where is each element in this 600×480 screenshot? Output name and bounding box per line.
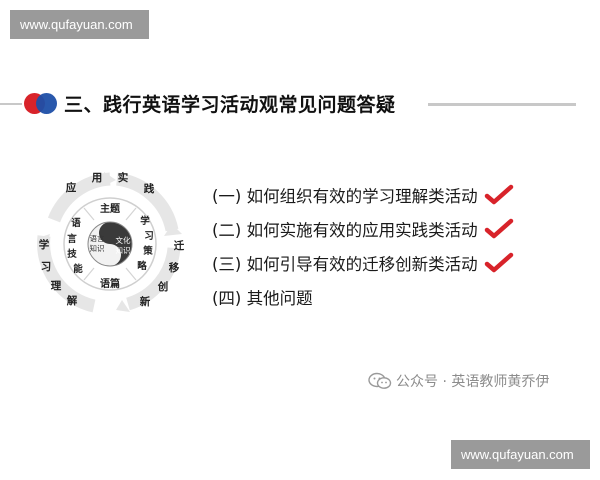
section-header: 三、践行英语学习活动观常见问题答疑: [0, 84, 600, 124]
center-left-line1: 语言: [90, 233, 105, 243]
list-item: (三) 如何引导有效的迁移创新类活动: [212, 246, 552, 280]
inner-label: 略: [137, 260, 147, 272]
header-divider-right: [428, 103, 576, 106]
list-item-label: (三) 如何引导有效的迁移创新类活动: [212, 255, 478, 274]
list-item: (一) 如何组织有效的学习理解类活动: [212, 178, 552, 212]
red-checkmark-icon: [484, 218, 513, 239]
source-attribution: 公众号 · 英语教师黄乔伊: [368, 371, 549, 391]
red-checkmark-icon: [484, 184, 513, 205]
outer-label: 新: [140, 295, 151, 308]
inner-label: 主题: [100, 202, 121, 215]
list-item: (二) 如何实施有效的应用实践类活动: [212, 212, 552, 246]
outer-label: 应: [66, 181, 77, 194]
list-item-label: (四) 其他问题: [212, 289, 313, 308]
list-item-label: (一) 如何组织有效的学习理解类活动: [212, 187, 478, 206]
outer-label: 习: [41, 261, 52, 273]
inner-label: 技: [67, 248, 77, 260]
inner-label: 策: [142, 245, 153, 257]
inner-label: 学: [140, 215, 150, 227]
outer-label: 践: [144, 182, 155, 195]
outer-label: 创: [157, 280, 169, 293]
blue-dot-icon: [36, 93, 57, 114]
center-right-line2: 知识: [116, 245, 131, 255]
question-list: (一) 如何组织有效的学习理解类活动 (二) 如何实施有效的应用实践类活动 (三…: [212, 178, 552, 314]
header-divider-left: [0, 103, 22, 105]
center-left-line2: 知识: [90, 243, 105, 253]
inner-label: 语: [71, 217, 81, 229]
list-item-label: (二) 如何实施有效的应用实践类活动: [212, 221, 478, 240]
outer-label: 实: [118, 171, 129, 184]
activity-cycle-diagram: 语言 知识 文化 知识 主题 学 习 策 略 语篇 能 技 言 语 应 用 实 …: [37, 171, 185, 313]
list-item: (四) 其他问题: [212, 280, 552, 314]
wechat-icon: [368, 372, 392, 389]
outer-label: 移: [169, 261, 180, 274]
outer-label: 迁: [174, 239, 185, 252]
watermark-bottom: www.qufayuan.com: [451, 440, 590, 469]
outer-label: 用: [91, 172, 103, 184]
outer-label: 解: [66, 294, 78, 307]
outer-label: 理: [51, 280, 62, 292]
outer-label: 学: [39, 238, 50, 251]
watermark-top: www.qufayuan.com: [10, 10, 149, 39]
inner-label: 习: [144, 231, 154, 242]
inner-label: 言: [67, 233, 77, 245]
red-checkmark-icon: [484, 252, 513, 273]
source-text: 公众号 · 英语教师黄乔伊: [396, 374, 550, 390]
inner-label: 语篇: [100, 277, 120, 290]
center-right-line1: 文化: [116, 235, 131, 245]
page-title: 三、践行英语学习活动观常见问题答疑: [64, 94, 396, 116]
inner-label: 能: [73, 263, 83, 275]
